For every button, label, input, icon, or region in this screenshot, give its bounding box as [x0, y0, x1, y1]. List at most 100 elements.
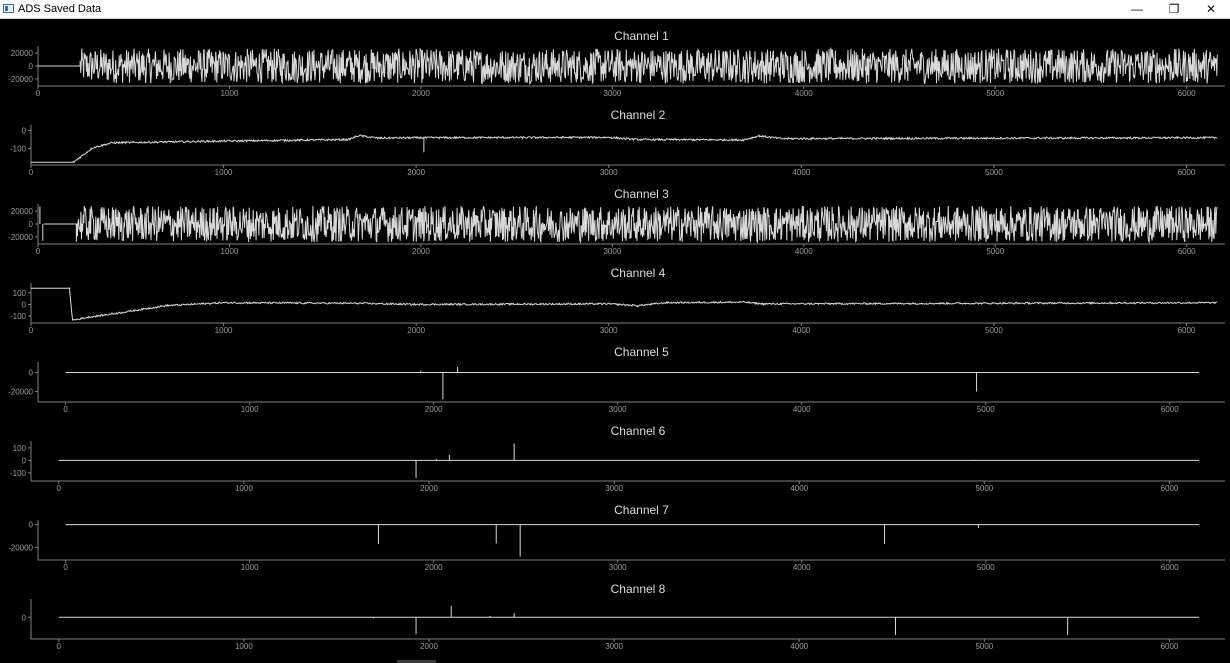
y-tick-label: 20000	[11, 49, 34, 58]
x-tick-label: 0	[36, 89, 41, 98]
y-tick-label: -100	[10, 145, 27, 154]
x-tick-label: 6000	[1161, 642, 1179, 651]
channel-1-trace	[38, 46, 1218, 85]
x-tick-label: 3000	[609, 405, 627, 414]
x-tick-label: 1000	[241, 405, 259, 414]
x-tick-label: 0	[36, 247, 41, 256]
plot-area: Channel 10 1000 2000 3000 4000 5000 6000200000…	[8, 29, 1225, 651]
x-tick-label: 2000	[412, 247, 430, 256]
x-tick-label: 1000	[235, 642, 253, 651]
channel-5-panel: Channel 5 0 1000 2000 3000 4000 5000 6000 0 -2000…	[8, 345, 1225, 414]
x-tick-label: 4000	[795, 247, 813, 256]
channel-5-title: Channel 5	[614, 345, 669, 359]
title-bar: ADS Saved Data — ❐ ✕	[0, 0, 1230, 19]
close-button[interactable]: ✕	[1193, 0, 1229, 18]
channel-1-title: Channel 1	[614, 29, 669, 43]
channel-8-title: Channel 8	[611, 582, 666, 596]
y-tick-label: -100	[10, 312, 27, 321]
x-tick-label: 6000	[1178, 89, 1196, 98]
x-tick-label: 4000	[793, 405, 811, 414]
x-tick-label: 4000	[790, 484, 808, 493]
channel-6-title: Channel 6	[611, 424, 666, 438]
x-tick-label: 5000	[985, 168, 1003, 177]
x-tick-label: 0	[29, 326, 34, 335]
channel-2-panel: Channel 2 0 1000 2000 3000 4000 5000 6000 0 -100	[10, 108, 1225, 177]
channel-3-trace	[43, 205, 1218, 244]
x-tick-label: 6000	[1161, 563, 1179, 572]
y-tick-label: -20000	[8, 388, 33, 397]
channel-1-panel: Channel 1 0 1000 2000 3000 4000 5000 6000 20000 0…	[8, 29, 1225, 98]
y-tick-label: 0	[22, 300, 27, 309]
channel-8-panel: Channel 8 0 1000 2000 3000 4000 5000 6000 0	[22, 582, 1225, 651]
x-tick-label: 1000	[215, 326, 233, 335]
y-tick-label: 0	[22, 126, 27, 135]
x-tick-label: 1000	[221, 89, 239, 98]
x-tick-label: 1000	[221, 247, 239, 256]
maximize-button[interactable]: ❐	[1156, 0, 1192, 18]
channel-4-trace	[31, 286, 1218, 321]
minimize-button[interactable]: —	[1119, 0, 1155, 18]
x-tick-label: 2000	[407, 168, 425, 177]
x-tick-label: 3000	[605, 484, 623, 493]
x-tick-label: 4000	[795, 89, 813, 98]
x-tick-label: 6000	[1161, 405, 1179, 414]
y-tick-label: 100	[13, 289, 27, 298]
channel-3-panel: Channel 3 0 1000 2000 3000 4000 5000 6000 20000 0…	[8, 187, 1225, 256]
x-tick-label: 5000	[977, 563, 995, 572]
y-tick-label: -20000	[8, 543, 33, 552]
y-tick-label: 0	[22, 613, 27, 622]
x-tick-label: 2000	[425, 563, 443, 572]
x-tick-label: 4000	[792, 168, 810, 177]
channel-7-title: Channel 7	[614, 503, 669, 517]
x-tick-label: 6000	[1161, 484, 1179, 493]
channel-4-title: Channel 4	[611, 266, 666, 280]
x-tick-label: 2000	[425, 405, 443, 414]
x-tick-label: 0	[29, 168, 34, 177]
x-tick-label: 1000	[235, 484, 253, 493]
x-tick-label: 1000	[241, 563, 259, 572]
x-tick-label: 4000	[792, 326, 810, 335]
app-window-icon	[3, 4, 14, 13]
x-tick-label: 3000	[600, 168, 618, 177]
x-tick-label: 3000	[603, 247, 621, 256]
y-tick-label: 0	[22, 456, 27, 465]
x-tick-label: 2000	[420, 642, 438, 651]
y-tick-label: -20000	[8, 75, 33, 84]
y-tick-label: -100	[10, 469, 27, 478]
x-tick-label: 3000	[600, 326, 618, 335]
x-tick-label: 4000	[793, 563, 811, 572]
x-tick-label: 5000	[975, 642, 993, 651]
y-tick-label: 0	[29, 62, 34, 71]
channel-6-panel: Channel 60 1000 2000 3000 4000 5000 60001000-1…	[10, 424, 1225, 493]
x-tick-label: 3000	[603, 89, 621, 98]
x-tick-label: 0	[57, 484, 62, 493]
x-tick-label: 5000	[977, 405, 995, 414]
channel-2-trace	[31, 134, 1218, 164]
x-tick-label: 5000	[986, 89, 1004, 98]
x-tick-label: 2000	[407, 326, 425, 335]
x-tick-label: 2000	[420, 484, 438, 493]
channel-2-title: Channel 2	[611, 108, 666, 122]
y-tick-label: 0	[29, 220, 34, 229]
channel-7-panel: Channel 7 0 1000 2000 3000 4000 5000 6000 0 -2000…	[8, 503, 1225, 572]
x-tick-label: 0	[57, 642, 62, 651]
x-tick-label: 6000	[1178, 168, 1196, 177]
channel-4-panel: Channel 40 1000 2000 3000 4000 5000 60001000-1…	[10, 266, 1225, 335]
y-tick-label: 0	[29, 521, 34, 530]
x-tick-label: 6000	[1178, 247, 1196, 256]
x-tick-label: 1000	[215, 168, 233, 177]
x-tick-label: 4000	[790, 642, 808, 651]
x-tick-label: 6000	[1178, 326, 1196, 335]
x-tick-label: 3000	[609, 563, 627, 572]
x-tick-label: 5000	[975, 484, 993, 493]
x-tick-label: 5000	[985, 326, 1003, 335]
x-tick-label: 0	[63, 405, 68, 414]
y-tick-label: -20000	[8, 233, 33, 242]
y-tick-label: 20000	[11, 207, 34, 216]
x-tick-label: 3000	[605, 642, 623, 651]
window-title: ADS Saved Data	[18, 3, 102, 15]
x-tick-label: 5000	[986, 247, 1004, 256]
y-tick-label: 0	[29, 368, 34, 377]
x-tick-label: 0	[63, 563, 68, 572]
x-tick-label: 2000	[412, 89, 430, 98]
